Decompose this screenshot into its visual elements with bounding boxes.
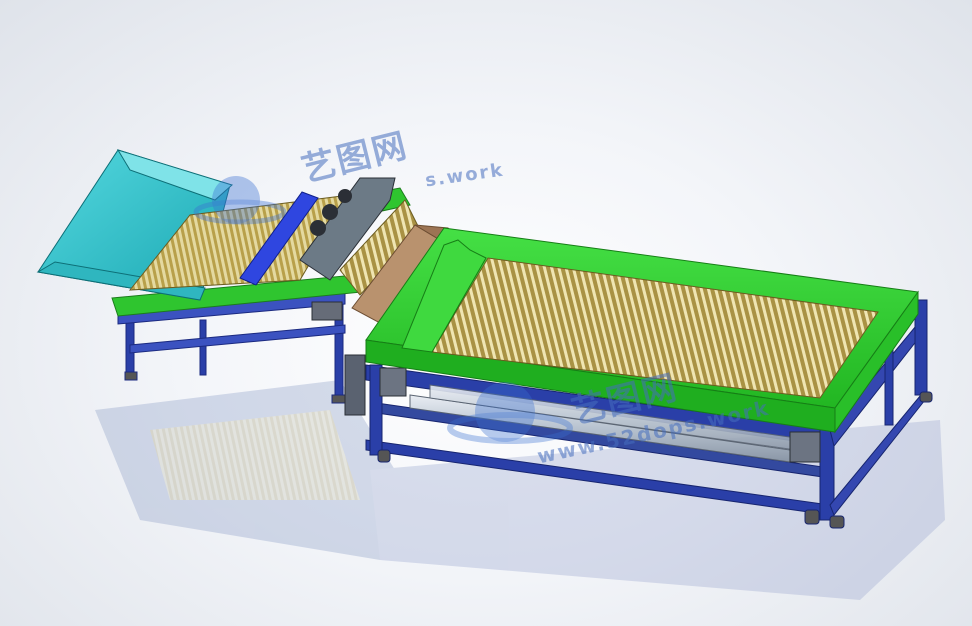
cad-render-scene: [36, 149, 945, 600]
